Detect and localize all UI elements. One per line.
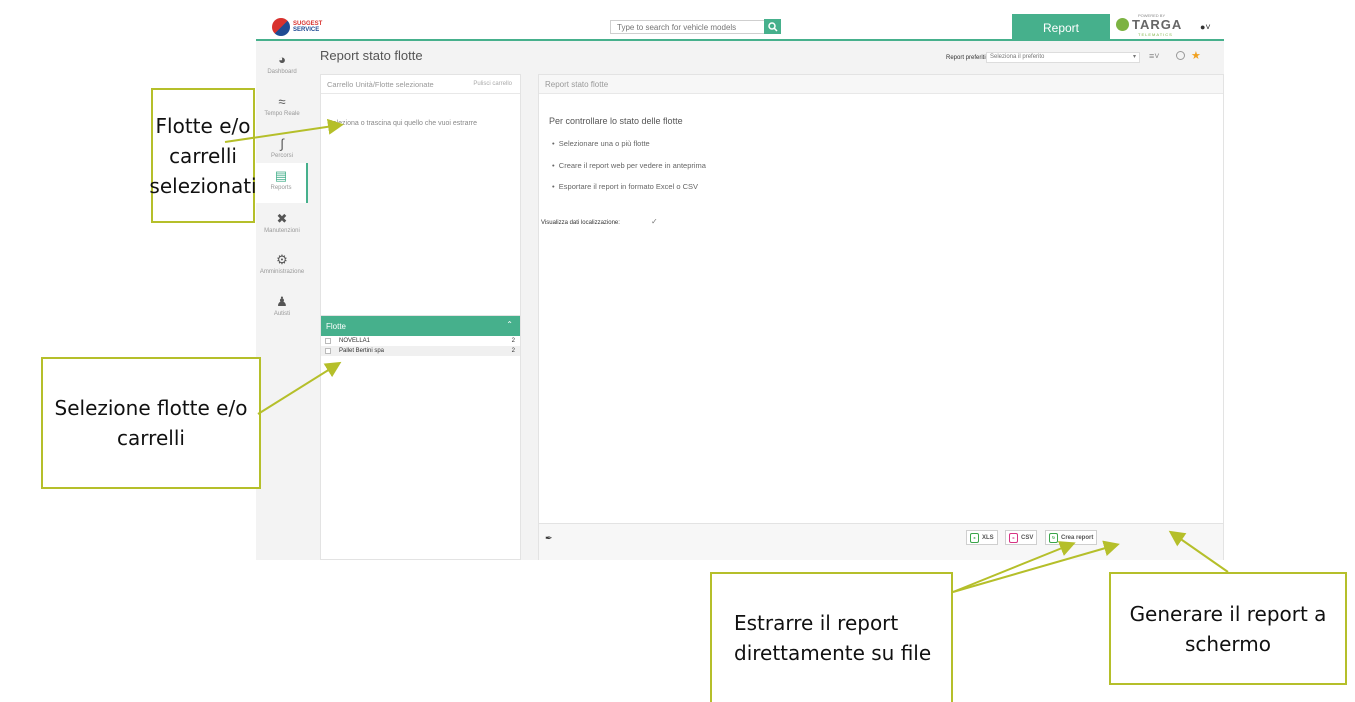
fleets-header[interactable]: Flotte ⌃ — [321, 316, 520, 336]
fleet-checkbox[interactable] — [325, 348, 331, 354]
tools-icon: ✖ — [276, 211, 288, 226]
cart-header: Carrello Unità/Flotte selezionate Pulisc… — [321, 75, 520, 94]
sidebar: ◕ Dashboard ≈ Tempo Reale ∫ Percorsi ▤ R… — [256, 43, 308, 560]
drivers-icon: ♟ — [276, 294, 288, 309]
csv-file-icon: c — [1009, 532, 1018, 543]
callout-selected-items: Flotte e/o carrelli selezionati — [149, 88, 257, 223]
sidebar-item-amministrazione[interactable]: ⚙ Amministrazione — [256, 247, 308, 287]
fleet-row[interactable]: Pallet Bertini spa 2 — [321, 346, 520, 356]
logo-mark-icon — [272, 18, 290, 36]
show-location-label: Visualizza dati localizzazione: — [541, 220, 620, 226]
eraser-icon[interactable]: ✒ — [545, 533, 553, 544]
targa-brand-logo: TARGA POWERED BY TELEMATICS — [1116, 13, 1183, 37]
main-panel-footer: ✒ x XLS c CSV ↻ Crea report — [539, 523, 1223, 560]
top-bar: SUGGEST SERVICE Report TARGA POWERED BY … — [256, 13, 1224, 41]
sidebar-item-label: Tempo Reale — [264, 111, 300, 117]
screenshot-stage: SUGGEST SERVICE Report TARGA POWERED BY … — [0, 0, 1355, 702]
search-button[interactable] — [764, 19, 781, 34]
gears-icon: ⚙ — [276, 252, 288, 267]
brand-name: TARGA — [1132, 16, 1183, 32]
report-icon: ▤ — [274, 168, 288, 183]
instruction-step-text: Creare il report web per vedere in antep… — [558, 161, 706, 170]
route-icon: ∫ — [280, 136, 284, 151]
page-title: Report stato flotte — [320, 48, 423, 63]
instruction-step: • Creare il report web per vedere in ant… — [552, 161, 706, 170]
callout-export: Estrarre il report direttamente su file — [710, 572, 953, 702]
sidebar-item-tempo-reale[interactable]: ≈ Tempo Reale — [256, 89, 308, 129]
export-csv-label: CSV — [1021, 534, 1034, 541]
sidebar-item-label: Dashboard — [267, 69, 297, 75]
fleet-checkbox[interactable] — [325, 338, 331, 344]
instruction-step-text: Selezionare una o più flotte — [558, 139, 650, 148]
export-xls-label: XLS — [982, 534, 994, 541]
sidebar-item-label: Amministrazione — [259, 269, 305, 275]
report-tab[interactable]: Report — [1012, 14, 1110, 41]
report-main-panel: Report stato flotte Per controllare lo s… — [538, 74, 1224, 560]
targa-leaf-icon — [1116, 18, 1129, 31]
favorite-report-select[interactable]: Seleziona il preferito ▾ — [986, 52, 1140, 63]
sidebar-item-reports[interactable]: ▤ Reports — [256, 163, 308, 203]
cart-title: Carrello Unità/Flotte selezionate — [327, 80, 434, 89]
callout-selection: Selezione flotte e/o carrelli — [41, 357, 261, 489]
sidebar-item-label: Autisti — [273, 311, 291, 317]
favorite-report-placeholder: Seleziona il preferito — [990, 54, 1045, 60]
list-menu-icon[interactable]: ≡˅ — [1149, 51, 1160, 61]
chevron-down-icon: ▾ — [1132, 54, 1136, 60]
report-intro-text: Per controllare lo stato delle flotte — [549, 116, 683, 126]
selection-cart-panel: Carrello Unità/Flotte selezionate Pulisc… — [320, 74, 521, 321]
instruction-step-text: Esportare il report in formato Excel o C… — [558, 182, 699, 191]
sidebar-item-label: Reports — [270, 185, 292, 191]
sidebar-item-manutenzioni[interactable]: ✖ Manutenzioni — [256, 206, 308, 246]
favorite-reports-label: Report preferiti: — [946, 55, 988, 61]
sidebar-item-label: Percorsi — [270, 153, 293, 159]
wifi-icon: ≈ — [278, 94, 286, 109]
brand-sub: TELEMATICS — [1138, 32, 1173, 37]
show-location-checkbox[interactable]: ✓ — [651, 217, 658, 226]
logo-text: SUGGEST SERVICE — [293, 21, 322, 33]
clear-cart-button[interactable]: Pulisci carrello — [473, 81, 512, 87]
fleet-name: Pallet Bertini spa — [339, 348, 385, 354]
sidebar-item-dashboard[interactable]: ◕ Dashboard — [256, 47, 308, 87]
main-panel-header: Report stato flotte — [539, 75, 1223, 94]
instruction-step: • Selezionare una o più flotte — [552, 139, 650, 148]
app-window: SUGGEST SERVICE Report TARGA POWERED BY … — [256, 13, 1224, 560]
sidebar-item-label: Manutenzioni — [264, 228, 300, 234]
cart-drop-zone[interactable]: Seleziona o trascina qui quello che vuoi… — [328, 120, 477, 127]
app-logo[interactable]: SUGGEST SERVICE — [272, 17, 332, 37]
search-icon — [767, 21, 778, 32]
fleet-row[interactable]: NOVELLA1 2 — [321, 336, 520, 346]
refresh-icon: ↻ — [1049, 532, 1058, 543]
callout-generate: Generare il report a schermo — [1109, 572, 1347, 685]
create-report-label: Crea report — [1061, 534, 1094, 541]
export-xls-button[interactable]: x XLS — [966, 530, 998, 545]
vehicle-search-input[interactable] — [610, 20, 766, 34]
fleets-title: Flotte — [326, 322, 347, 331]
favorite-star-icon[interactable]: ★ — [1191, 49, 1201, 62]
chevron-up-icon[interactable]: ⌃ — [506, 320, 513, 329]
user-menu-icon[interactable]: ●˅ — [1200, 22, 1211, 32]
fleet-name: NOVELLA1 — [339, 338, 371, 344]
create-report-button[interactable]: ↻ Crea report — [1045, 530, 1098, 545]
export-csv-button[interactable]: c CSV — [1005, 530, 1038, 545]
xls-file-icon: x — [970, 532, 979, 543]
sidebar-item-autisti[interactable]: ♟ Autisti — [256, 289, 308, 329]
fleet-count: 2 — [511, 348, 515, 354]
speedometer-icon: ◕ — [278, 52, 286, 67]
history-icon[interactable] — [1176, 51, 1185, 60]
brand-powered: POWERED BY — [1138, 13, 1166, 18]
instruction-step: • Esportare il report in formato Excel o… — [552, 182, 699, 191]
logo-line2: SERVICE — [293, 27, 320, 33]
fleets-panel: Flotte ⌃ NOVELLA1 2 Pallet Bertini spa 2 — [320, 315, 521, 560]
fleet-count: 2 — [511, 338, 515, 344]
